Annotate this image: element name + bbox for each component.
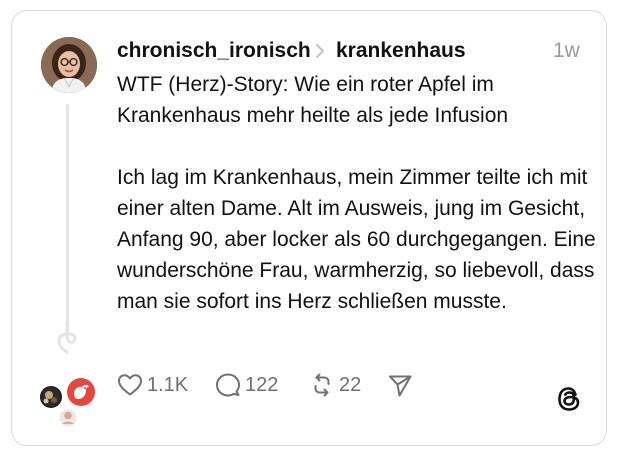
reply-count: 122 <box>245 374 279 396</box>
reply-button[interactable]: 122 <box>215 371 278 399</box>
thread-loop-icon <box>57 322 77 354</box>
post-timestamp: 1w <box>553 39 580 62</box>
like-button[interactable]: 1.1K <box>117 371 188 399</box>
repost-count: 22 <box>339 374 362 396</box>
repost-button[interactable]: 22 <box>309 371 361 399</box>
heart-icon <box>118 374 142 396</box>
replier-avatars[interactable] <box>38 375 100 431</box>
post-paragraph-title: WTF (Herz)-Story: Wie ein roter Apfel im… <box>117 73 509 127</box>
author-avatar[interactable] <box>41 37 97 93</box>
topic-tag[interactable]: krankenhaus <box>336 38 466 64</box>
speech-bubble-icon <box>216 373 240 397</box>
threads-logo-icon[interactable] <box>556 385 582 413</box>
repost-arrows-icon <box>314 373 330 397</box>
post-paragraph-story: Ich lag im Krankenhaus, mein Zimmer teil… <box>117 166 596 313</box>
like-count: 1.1K <box>147 374 189 396</box>
share-button[interactable] <box>387 371 413 399</box>
author-username[interactable]: chronisch_ironisch <box>117 38 311 64</box>
paper-plane-icon <box>389 375 412 397</box>
thread-line <box>66 104 69 334</box>
replier-avatar-badge <box>65 376 97 408</box>
post-body: WTF (Herz)-Story: Wie ein roter Apfel im… <box>117 69 597 317</box>
replier-avatar-tiny <box>58 408 78 428</box>
replier-avatar-small <box>40 386 62 408</box>
chevron-right-icon <box>316 44 324 58</box>
